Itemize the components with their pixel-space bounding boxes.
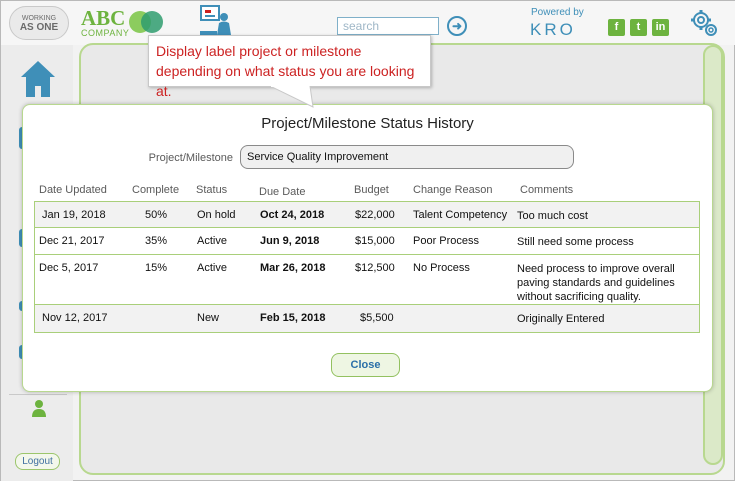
cell-complete: 50%: [145, 209, 168, 221]
cell-status: Active: [197, 262, 227, 274]
twitter-icon[interactable]: t: [630, 19, 647, 36]
project-milestone-field[interactable]: Service Quality Improvement: [240, 145, 574, 169]
project-milestone-label: Project/Milestone: [148, 152, 233, 164]
cell-budget: $15,000: [355, 235, 395, 247]
callout-tail: [270, 86, 314, 108]
status-history-table: Jan 19, 2018 50% On hold Oct 24, 2018 $2…: [34, 201, 700, 333]
presentation-icon[interactable]: [198, 5, 232, 37]
wao-logo-line1: WORKING: [21, 15, 57, 22]
powered-by-label: Powered by: [531, 7, 584, 18]
cell-complete: 15%: [145, 262, 168, 274]
cell-due-date: Feb 15, 2018: [260, 312, 326, 324]
logout-button[interactable]: Logout: [15, 453, 60, 470]
rail-divider: [9, 394, 67, 395]
table-row: Jan 19, 2018 50% On hold Oct 24, 2018 $2…: [35, 202, 699, 228]
kro-logo: KRO: [530, 20, 576, 39]
cell-status: On hold: [197, 209, 236, 221]
cell-date: Dec 21, 2017: [39, 235, 105, 247]
logo-circle-dark: [141, 11, 163, 33]
modal-title: Project/Milestone Status History: [261, 115, 474, 132]
table-row: Nov 12, 2017 New Feb 15, 2018 $5,500 Ori…: [35, 305, 699, 332]
cell-complete: 35%: [145, 235, 168, 247]
cell-comment: Originally Entered: [517, 313, 605, 325]
cell-comment: Still need some process: [517, 236, 634, 248]
home-icon[interactable]: [19, 59, 57, 99]
cell-date: Jan 19, 2018: [42, 209, 106, 221]
cell-change-reason: Talent Competency: [413, 209, 508, 221]
cell-status: New: [197, 312, 220, 324]
column-header-due-date: Due Date: [259, 186, 306, 198]
cell-budget: $12,500: [355, 262, 395, 274]
cell-comment: Too much cost: [517, 210, 588, 222]
column-header-status: Status: [196, 184, 228, 196]
user-icon[interactable]: [31, 399, 47, 417]
arrow-right-circle-icon[interactable]: ➜: [447, 16, 467, 36]
cell-due-date: Mar 26, 2018: [260, 262, 326, 274]
status-history-modal: Project/Milestone Status History Project…: [22, 104, 713, 392]
cell-due-date: Jun 9, 2018: [260, 235, 320, 247]
wao-logo-line2: AS ONE: [19, 22, 59, 33]
cell-change-reason: No Process: [413, 262, 470, 274]
gear-icon[interactable]: [690, 9, 718, 37]
abc-company-logo: ABC COMPANY: [81, 8, 129, 39]
abc-logo-text: ABC: [81, 6, 126, 30]
cell-comment: Need process to improve overall paving s…: [517, 263, 675, 303]
cell-change-reason: Poor Process: [413, 235, 480, 247]
cell-status: Active: [197, 235, 227, 247]
cell-date: Dec 5, 2017: [39, 262, 99, 274]
cell-budget: $22,000: [355, 209, 395, 221]
search-input[interactable]: search: [337, 17, 439, 35]
column-header-budget: Budget: [354, 184, 389, 196]
close-button[interactable]: Close: [331, 353, 400, 377]
table-row: Dec 21, 2017 35% Active Jun 9, 2018 $15,…: [35, 228, 699, 255]
column-header-date-updated: Date Updated: [39, 184, 107, 196]
abc-company-text: COMPANY: [81, 28, 130, 38]
linkedin-icon[interactable]: in: [652, 19, 669, 36]
column-header-change-reason: Change Reason: [413, 184, 493, 196]
facebook-icon[interactable]: f: [608, 19, 625, 36]
annotation-callout: Display label project or milestone depen…: [148, 35, 431, 99]
table-row: Dec 5, 2017 15% Active Mar 26, 2018 $12,…: [35, 255, 699, 305]
column-header-comments: Comments: [520, 184, 574, 196]
column-header-complete: Complete: [132, 184, 180, 196]
working-as-one-logo: WORKING AS ONE: [9, 6, 69, 40]
cell-date: Nov 12, 2017: [42, 312, 108, 324]
cell-budget: $5,500: [360, 312, 394, 324]
cell-due-date: Oct 24, 2018: [260, 209, 325, 221]
